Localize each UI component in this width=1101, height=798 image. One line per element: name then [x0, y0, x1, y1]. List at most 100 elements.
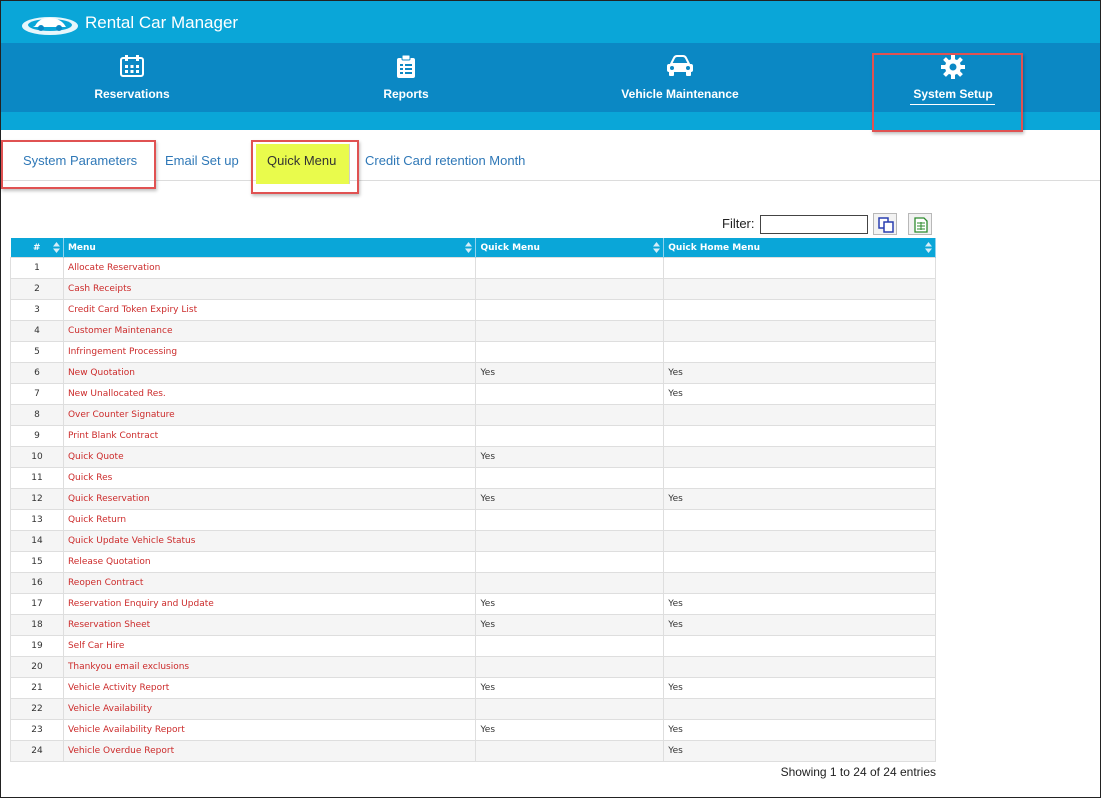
active-nav-indicator — [910, 104, 995, 105]
row-number-cell: 10 — [10, 446, 64, 468]
menu-link[interactable]: New Unallocated Res. — [62, 383, 477, 405]
column-header-menu[interactable]: Menu — [63, 238, 477, 258]
row-number-cell: 13 — [10, 509, 64, 531]
menu-link[interactable]: Self Car Hire — [62, 635, 477, 657]
column-header-label: Quick Home Menu — [668, 242, 761, 253]
row-number-cell: 15 — [10, 551, 64, 573]
table-row[interactable]: 20 Thankyou email exclusions — [10, 656, 936, 678]
table-row[interactable]: 3 Credit Card Token Expiry List — [10, 299, 936, 321]
menu-link[interactable]: Vehicle Availability — [62, 698, 477, 720]
menu-link[interactable]: Quick Res — [62, 467, 477, 489]
menu-link[interactable]: Print Blank Contract — [62, 425, 477, 447]
table-row[interactable]: 17 Reservation Enquiry and Update Yes Yes — [10, 593, 936, 615]
menu-link[interactable]: Vehicle Overdue Report — [62, 740, 477, 762]
menu-link[interactable]: New Quotation — [62, 362, 477, 384]
table-row[interactable]: 12 Quick Reservation Yes Yes — [10, 488, 936, 510]
quick-menu-cell: Yes — [475, 593, 665, 615]
table-row[interactable]: 19 Self Car Hire — [10, 635, 936, 657]
table-row[interactable]: 15 Release Quotation — [10, 551, 936, 573]
tab-quick-menu[interactable]: Quick Menu — [256, 144, 350, 184]
nav-label: System Setup — [913, 87, 993, 101]
quick-menu-cell — [475, 509, 665, 531]
menu-link[interactable]: Thankyou email exclusions — [62, 656, 477, 678]
nav-label: Vehicle Maintenance — [621, 87, 739, 101]
row-number-cell: 18 — [10, 614, 64, 636]
table-row[interactable]: 2 Cash Receipts — [10, 278, 936, 300]
calendar-icon — [120, 55, 144, 80]
table-row[interactable]: 8 Over Counter Signature — [10, 404, 936, 426]
nav-label: Reports — [383, 87, 429, 101]
quick-menu-cell — [475, 635, 665, 657]
row-number-cell: 1 — [10, 257, 64, 279]
quick-home-menu-cell — [663, 467, 936, 489]
menu-link[interactable]: Reservation Enquiry and Update — [62, 593, 477, 615]
quick-home-menu-cell: Yes — [663, 677, 936, 699]
table-row[interactable]: 14 Quick Update Vehicle Status — [10, 530, 936, 552]
quick-menu-cell — [475, 425, 665, 447]
tab-email-set-up[interactable]: Email Set up — [165, 153, 239, 168]
menu-link[interactable]: Vehicle Activity Report — [62, 677, 477, 699]
row-number-cell: 19 — [10, 635, 64, 657]
table-row[interactable]: 1 Allocate Reservation — [10, 257, 936, 279]
quick-menu-cell — [475, 467, 665, 489]
app-header: Rental Car Manager — [1, 1, 1100, 43]
copy-button[interactable] — [873, 213, 897, 235]
tab-credit-card-retention-month[interactable]: Credit Card retention Month — [365, 153, 525, 168]
nav-reports[interactable]: Reports — [356, 43, 456, 112]
quick-home-menu-cell — [663, 404, 936, 426]
menu-link[interactable]: Quick Return — [62, 509, 477, 531]
filter-input[interactable] — [760, 215, 868, 234]
column-header-quick-home-menu[interactable]: Quick Home Menu — [663, 238, 936, 258]
row-number-cell: 20 — [10, 656, 64, 678]
table-row[interactable]: 23 Vehicle Availability Report Yes Yes — [10, 719, 936, 741]
quick-home-menu-cell — [663, 320, 936, 342]
row-number-cell: 5 — [10, 341, 64, 363]
menu-link[interactable]: Reservation Sheet — [62, 614, 477, 636]
table-row[interactable]: 18 Reservation Sheet Yes Yes — [10, 614, 936, 636]
export-button[interactable] — [908, 213, 932, 235]
table-row[interactable]: 10 Quick Quote Yes — [10, 446, 936, 468]
menu-link[interactable]: Over Counter Signature — [62, 404, 477, 426]
menu-link[interactable]: Vehicle Availability Report — [62, 719, 477, 741]
menu-link[interactable]: Quick Reservation — [62, 488, 477, 510]
menu-link[interactable]: Quick Quote — [62, 446, 477, 468]
tab-system-parameters[interactable]: System Parameters — [23, 153, 137, 168]
row-number-cell: 12 — [10, 488, 64, 510]
copy-icon — [878, 217, 894, 233]
table-row[interactable]: 11 Quick Res — [10, 467, 936, 489]
menu-link[interactable]: Allocate Reservation — [62, 257, 477, 279]
menu-link[interactable]: Infringement Processing — [62, 341, 477, 363]
table-row[interactable]: 22 Vehicle Availability — [10, 698, 936, 720]
table-row[interactable]: 16 Reopen Contract — [10, 572, 936, 594]
row-number-cell: 22 — [10, 698, 64, 720]
row-number-cell: 11 — [10, 467, 64, 489]
table-row[interactable]: 4 Customer Maintenance — [10, 320, 936, 342]
nav-system-setup[interactable]: System Setup — [897, 43, 1009, 112]
table-row[interactable]: 21 Vehicle Activity Report Yes Yes — [10, 677, 936, 699]
menu-link[interactable]: Credit Card Token Expiry List — [62, 299, 477, 321]
menu-link[interactable]: Release Quotation — [62, 551, 477, 573]
row-number-cell: 16 — [10, 572, 64, 594]
table-body: 1 Allocate Reservation 2 Cash Receipts 3 Cred… — [10, 257, 936, 762]
row-number-cell: 24 — [10, 740, 64, 762]
column-header-number[interactable]: # — [10, 238, 64, 258]
nav-reservations[interactable]: Reservations — [71, 43, 193, 112]
table-row[interactable]: 24 Vehicle Overdue Report Yes — [10, 740, 936, 762]
menu-link[interactable]: Reopen Contract — [62, 572, 477, 594]
quick-home-menu-cell: Yes — [663, 362, 936, 384]
quick-home-menu-cell: Yes — [663, 593, 936, 615]
row-number-cell: 3 — [10, 299, 64, 321]
table-row[interactable]: 9 Print Blank Contract — [10, 425, 936, 447]
menu-link[interactable]: Quick Update Vehicle Status — [62, 530, 477, 552]
table-row[interactable]: 13 Quick Return — [10, 509, 936, 531]
table-row[interactable]: 7 New Unallocated Res. Yes — [10, 383, 936, 405]
table-row[interactable]: 5 Infringement Processing — [10, 341, 936, 363]
menu-link[interactable]: Cash Receipts — [62, 278, 477, 300]
tab-quick-menu-label: Quick Menu — [267, 153, 337, 168]
quick-menu-cell — [475, 698, 665, 720]
column-header-quick-menu[interactable]: Quick Menu — [475, 238, 665, 258]
nav-vehicle-maintenance[interactable]: Vehicle Maintenance — [611, 43, 749, 112]
quick-menu-cell — [475, 404, 665, 426]
menu-link[interactable]: Customer Maintenance — [62, 320, 477, 342]
table-row[interactable]: 6 New Quotation Yes Yes — [10, 362, 936, 384]
